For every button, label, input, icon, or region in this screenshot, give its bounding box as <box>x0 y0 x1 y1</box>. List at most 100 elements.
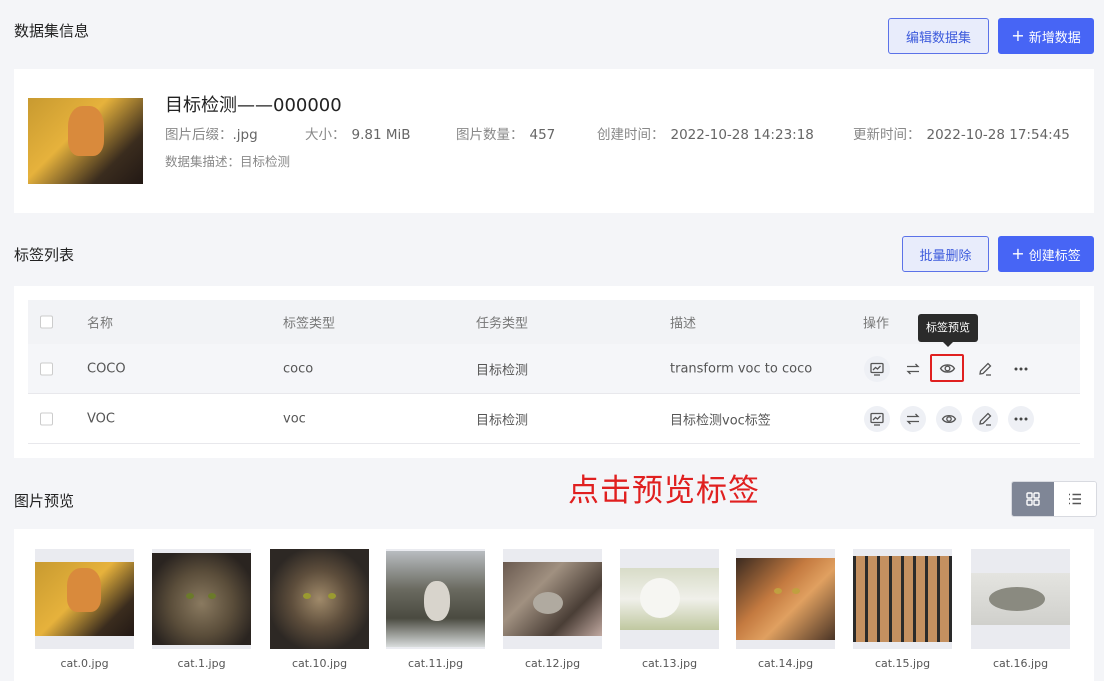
cat-image <box>386 551 485 647</box>
dataset-info-card: 目标检测——000000 图片后缀：.jpg 大小： 9.81 MiB 图片数量：… <box>14 69 1094 213</box>
image-item[interactable]: cat.16.jpg <box>971 549 1070 670</box>
table-row: COCO coco 目标检测 transform voc to coco <box>28 344 1080 394</box>
edit-icon[interactable] <box>972 356 998 382</box>
add-data-button[interactable]: + 新增数据 <box>998 18 1094 54</box>
image-item[interactable]: cat.14.jpg <box>736 549 835 670</box>
dataset-suffix: 图片后缀：.jpg <box>165 123 258 143</box>
image-caption: cat.1.jpg <box>177 657 226 670</box>
eye-icon[interactable] <box>936 405 962 432</box>
view-toggle <box>1011 481 1097 517</box>
dataset-created: 创建时间： 2022-10-28 14:23:18 <box>597 123 814 143</box>
image-caption: cat.15.jpg <box>874 657 931 670</box>
annotation-text: 点击预览标签 <box>568 473 760 509</box>
image-item[interactable]: cat.0.jpg <box>35 549 134 670</box>
image-item[interactable]: cat.12.jpg <box>503 549 602 670</box>
row-checkbox[interactable] <box>40 412 53 425</box>
select-all-checkbox[interactable] <box>40 315 53 329</box>
cat-image <box>736 558 835 640</box>
plus-icon: + <box>1011 26 1025 45</box>
dataset-updated: 更新时间： 2022-10-28 17:54:45 <box>853 123 1070 143</box>
updated-label: 更新时间： <box>853 127 921 143</box>
table-row: VOC voc 目标检测 目标检测voc标签 <box>28 394 1080 444</box>
dataset-description: 数据集描述：目标检测 <box>165 151 290 170</box>
label-preview-highlight <box>930 354 964 382</box>
plus-icon: + <box>1011 244 1025 263</box>
more-icon[interactable] <box>1008 405 1034 432</box>
row-task-type: 目标检测 <box>476 413 529 428</box>
edit-dataset-label: 编辑数据集 <box>905 30 971 46</box>
batch-delete-button[interactable]: 批量删除 <box>902 236 989 272</box>
image-frame <box>620 549 719 649</box>
chart-icon[interactable] <box>864 405 890 432</box>
grid-view-button[interactable] <box>1012 482 1054 516</box>
image-caption: cat.13.jpg <box>641 657 698 670</box>
edit-dataset-button[interactable]: 编辑数据集 <box>888 18 989 54</box>
image-frame <box>853 549 952 649</box>
list-view-button[interactable] <box>1054 482 1096 516</box>
more-icon[interactable] <box>1008 356 1034 382</box>
count-label: 图片数量： <box>456 127 524 143</box>
label-section-title: 标签列表 <box>14 246 75 264</box>
eye-icon[interactable] <box>939 360 956 377</box>
add-data-label: 新增数据 <box>1028 30 1081 46</box>
col-name: 名称 <box>87 316 114 332</box>
grid-icon <box>1026 492 1040 506</box>
swap-icon[interactable] <box>900 405 926 432</box>
swap-icon[interactable] <box>900 356 926 382</box>
dataset-section-title: 数据集信息 <box>14 22 90 40</box>
image-preview-card: cat.0.jpg cat.1.jpg cat.10.jpg cat.11.jp… <box>14 529 1094 681</box>
cat-image <box>35 562 134 636</box>
list-icon <box>1069 493 1081 505</box>
image-item[interactable]: cat.13.jpg <box>620 549 719 670</box>
image-frame <box>503 549 602 649</box>
label-table-card: 名称 标签类型 任务类型 描述 操作 COCO coco 目标检测 transf… <box>14 286 1094 458</box>
chart-icon[interactable] <box>864 355 890 382</box>
image-frame <box>971 549 1070 649</box>
created-label: 创建时间： <box>597 127 665 143</box>
row-label-type: coco <box>283 361 314 376</box>
row-name: COCO <box>87 361 126 376</box>
image-frame <box>152 549 251 649</box>
image-frame <box>270 549 369 649</box>
col-desc: 描述 <box>670 316 697 332</box>
image-item[interactable]: cat.15.jpg <box>853 549 952 670</box>
image-caption: cat.16.jpg <box>992 657 1049 670</box>
image-item[interactable]: cat.10.jpg <box>270 549 369 670</box>
image-frame <box>386 549 485 649</box>
row-checkbox[interactable] <box>40 362 53 375</box>
image-frame <box>736 549 835 649</box>
desc-label: 数据集描述： <box>165 154 241 169</box>
preview-section-title: 图片预览 <box>14 492 75 510</box>
suffix-value: .jpg <box>232 127 258 143</box>
dataset-name: 目标检测——000000 <box>165 95 342 116</box>
row-desc: 目标检测voc标签 <box>670 413 771 428</box>
row-task-type: 目标检测 <box>476 363 529 378</box>
created-value: 2022-10-28 14:23:18 <box>670 127 814 143</box>
image-caption: cat.10.jpg <box>291 657 348 670</box>
image-caption: cat.14.jpg <box>757 657 814 670</box>
col-label-type: 标签类型 <box>283 316 336 332</box>
suffix-label: 图片后缀： <box>165 127 233 143</box>
cat-shape <box>68 106 104 156</box>
image-item[interactable]: cat.11.jpg <box>386 549 485 670</box>
size-label: 大小： <box>305 127 346 143</box>
create-label-label: 创建标签 <box>1028 248 1081 264</box>
desc-value: 目标检测 <box>240 154 291 169</box>
cat-image <box>503 562 602 636</box>
image-item[interactable]: cat.1.jpg <box>152 549 251 670</box>
row-name: VOC <box>87 411 115 426</box>
batch-delete-label: 批量删除 <box>919 248 972 264</box>
cat-image <box>620 568 719 630</box>
col-actions: 操作 <box>863 316 890 332</box>
col-task-type: 任务类型 <box>476 316 529 332</box>
dataset-thumbnail <box>28 98 143 184</box>
row-label-type: voc <box>283 411 306 426</box>
image-frame <box>35 549 134 649</box>
dataset-count: 图片数量： 457 <box>456 123 555 143</box>
cat-image <box>971 573 1070 625</box>
size-value: 9.81 MiB <box>351 127 411 143</box>
edit-icon[interactable] <box>972 405 998 432</box>
create-label-button[interactable]: + 创建标签 <box>998 236 1094 272</box>
image-caption: cat.11.jpg <box>407 657 464 670</box>
cat-image <box>152 553 251 645</box>
